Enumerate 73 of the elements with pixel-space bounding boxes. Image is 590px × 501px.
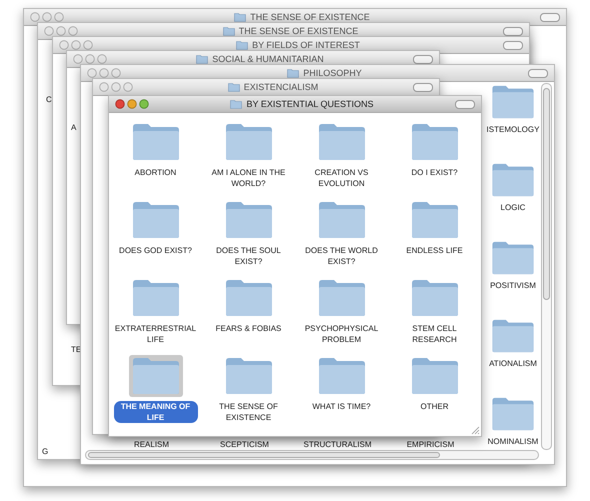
window-buttons-icon[interactable] [30,12,64,22]
folder-item[interactable]: DOES GOD EXIST? [109,199,202,277]
folder-icon [132,279,180,317]
folder-label: STRUCTURALISM [302,440,372,449]
folder-item[interactable]: DOES THE SOUL EXIST? [202,199,295,277]
window-buttons-icon[interactable] [115,99,149,109]
window-buttons-icon[interactable] [44,26,78,36]
folder-item[interactable]: ENDLESS LIFE [388,199,481,277]
resize-grip-icon[interactable] [471,426,480,435]
folder-label: G [42,447,48,456]
folder-item[interactable]: EXTRATERRESTRIAL LIFE [109,277,202,355]
folder-icon [490,397,535,431]
folder-item[interactable]: OTHER [388,355,481,433]
folder-icon [490,241,535,275]
folder-icon [224,201,272,239]
toolbar-toggle-button[interactable] [413,54,433,64]
folder-icon [410,279,458,317]
folder-icon [410,123,458,161]
folder-label: ATIONALISM [489,359,537,368]
folder-label: POSITIVISM [490,281,536,290]
window-title: THE SENSE OF EXISTENCE [238,26,358,36]
folder-icon [490,319,535,353]
folder-icon [318,357,366,395]
folder-icon [318,123,366,161]
folder-label: REALISM [132,440,170,449]
folder-item[interactable]: WHAT IS TIME? [295,355,388,433]
toolbar-toggle-button[interactable] [455,100,475,108]
folder-item[interactable]: PSYCHOPHYSICAL PROBLEM [295,277,388,355]
folder-icon [491,163,535,197]
toolbar-toggle-button[interactable] [528,68,548,78]
toolbar-toggle-button[interactable] [503,40,523,50]
folder-icon [410,357,458,395]
folder-item[interactable]: AM I ALONE IN THE WORLD? [202,121,295,199]
horizontal-scrollbar[interactable] [85,450,539,460]
folder-icon [132,357,180,395]
folder-label: EMPIRICISM [406,440,456,449]
folder-item[interactable]: DO I EXIST? [388,121,481,199]
window-title: PHILOSOPHY [303,68,362,78]
window-title: BY FIELDS OF INTEREST [252,40,360,50]
folder-item[interactable]: FEARS & FOBIAS [202,277,295,355]
folder-icon [224,357,272,395]
folder-icon [224,279,272,317]
folder-icon [318,201,366,239]
window-title: BY EXISTENTIAL QUESTIONS [246,99,374,109]
folder-icon [132,123,180,161]
folder-label: A [71,123,76,132]
folder-icon [230,99,242,109]
window-buttons-icon[interactable] [87,68,121,78]
folder-icon [410,201,458,239]
window-title: THE SENSE OF EXISTENCE [250,12,370,22]
folder-icon [318,279,366,317]
folder-item[interactable]: THE SENSE OF EXISTENCE [202,355,295,433]
folder-icon [224,123,272,161]
folder-icon [132,201,180,239]
window-buttons-icon[interactable] [59,40,93,50]
toolbar-toggle-button[interactable] [503,26,523,36]
window-title: SOCIAL & HUMANITARIAN [212,54,324,64]
window-buttons-icon[interactable] [73,54,107,64]
folder-label: ISTEMOLOGY [486,125,540,134]
folder-item[interactable]: THE MEANING OF LIFE [109,355,202,433]
toolbar-toggle-button[interactable] [413,82,433,92]
vertical-scrollbar[interactable] [541,83,552,450]
folder-item[interactable]: STEM CELL RESEARCH [388,277,481,355]
folder-label: C [46,95,52,104]
folder-label: NOMINALISM [488,437,538,446]
folder-item[interactable]: ABORTION [109,121,202,199]
folder-icon [491,85,535,119]
folder-label: SCEPTICISM [219,440,270,449]
folder-item[interactable]: CREATION VS EVOLUTION [295,121,388,199]
folder-item[interactable]: DOES THE WORLD EXIST? [295,199,388,277]
toolbar-toggle-button[interactable] [540,12,560,22]
window-title: EXISTENCIALISM [244,82,318,92]
folder-label: LOGIC [500,203,526,212]
